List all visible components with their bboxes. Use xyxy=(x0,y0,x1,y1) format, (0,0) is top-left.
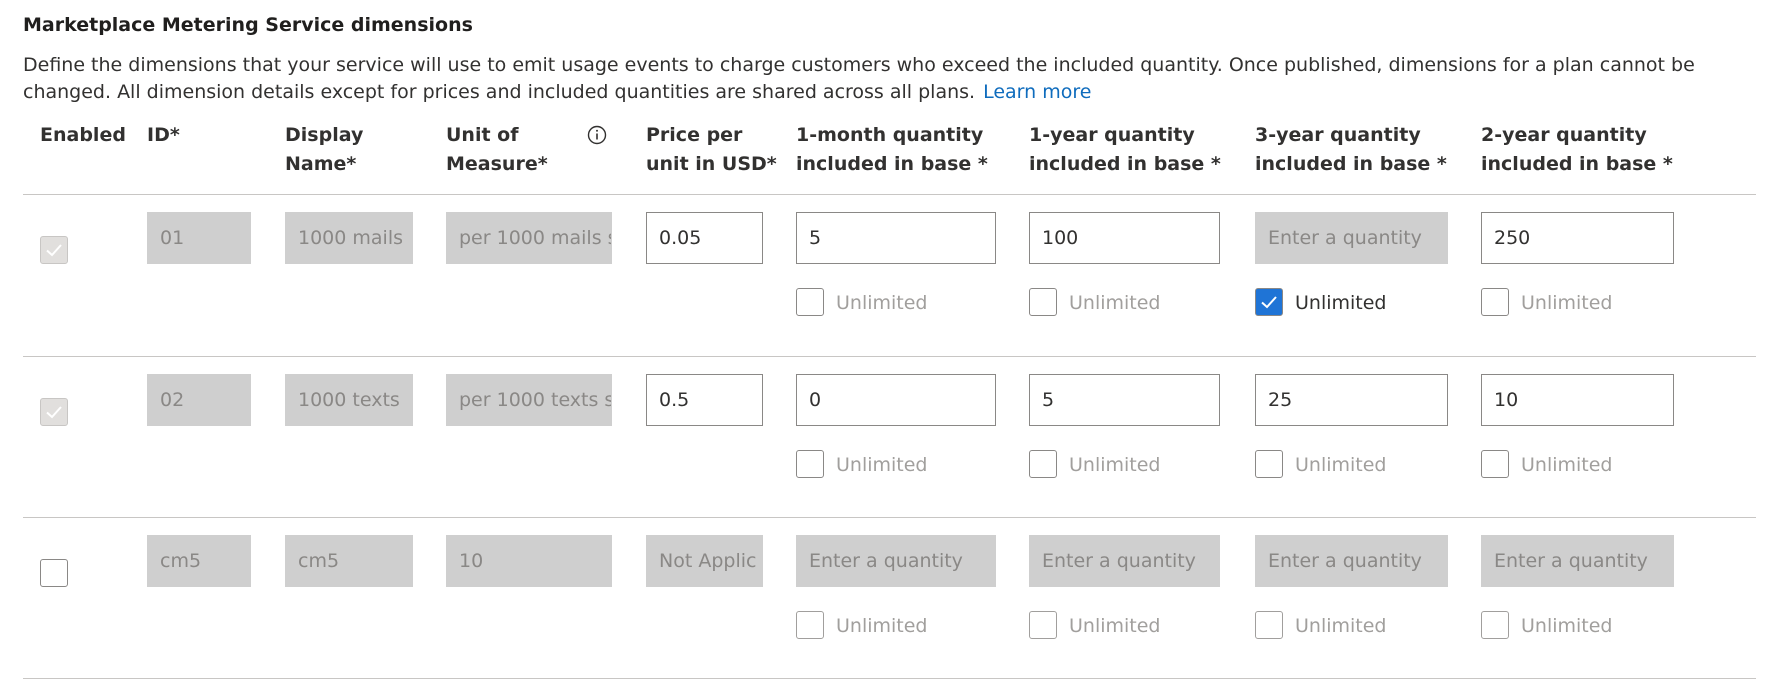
unlimited-label: Unlimited xyxy=(836,292,928,314)
display-name-field: cm5 xyxy=(285,535,413,587)
unit-of-measure-field: 10 xyxy=(446,535,612,587)
row-divider xyxy=(23,517,1756,518)
quantity-input-1-year[interactable]: 5 xyxy=(1029,374,1220,426)
row-divider xyxy=(23,356,1756,357)
unlimited-checkbox-3-year[interactable] xyxy=(1255,288,1283,316)
display-name-field: 1000 texts xyxy=(285,374,413,426)
quantity-input-1-year[interactable]: 100 xyxy=(1029,212,1220,264)
col-header-2-year: 2-year quantity included in base * xyxy=(1481,124,1673,175)
price-input[interactable]: 0.5 xyxy=(646,374,763,426)
unlimited-label: Unlimited xyxy=(836,615,928,637)
checkmark-icon xyxy=(46,244,62,257)
price-input: Not Applic xyxy=(646,535,763,587)
unlimited-label: Unlimited xyxy=(1521,292,1613,314)
col-header-price: Price per unit in USD* xyxy=(646,124,777,175)
section-title: Marketplace Metering Service dimensions xyxy=(23,14,473,36)
col-header-id: ID* xyxy=(147,124,180,146)
learn-more-link[interactable]: Learn more xyxy=(983,81,1091,103)
checkmark-icon xyxy=(1261,296,1277,309)
quantity-input-3-year[interactable]: 25 xyxy=(1255,374,1448,426)
unlimited-label: Unlimited xyxy=(1069,292,1161,314)
quantity-input-2-year[interactable]: 250 xyxy=(1481,212,1674,264)
unlimited-checkbox-1-month xyxy=(796,611,824,639)
section-description: Define the dimensions that your service … xyxy=(23,52,1743,106)
dimension-id-field: 02 xyxy=(147,374,251,426)
enabled-checkbox xyxy=(40,236,68,264)
dimension-id-field: 01 xyxy=(147,212,251,264)
unlimited-label: Unlimited xyxy=(836,454,928,476)
unlimited-label: Unlimited xyxy=(1295,615,1387,637)
unlimited-label: Unlimited xyxy=(1295,292,1387,314)
checkmark-icon xyxy=(46,406,62,419)
row-divider xyxy=(23,678,1756,679)
description-text: Define the dimensions that your service … xyxy=(23,54,1695,103)
header-divider xyxy=(23,194,1756,195)
col-header-1-month: 1-month quantity included in base * xyxy=(796,124,988,175)
unlimited-checkbox-2-year xyxy=(1481,611,1509,639)
unlimited-checkbox-1-month[interactable] xyxy=(796,450,824,478)
unlimited-label: Unlimited xyxy=(1295,454,1387,476)
unlimited-label: Unlimited xyxy=(1069,615,1161,637)
col-header-enabled: Enabled xyxy=(40,124,126,146)
quantity-input-2-year[interactable]: 10 xyxy=(1481,374,1674,426)
col-header-unit: Unit of Measure* xyxy=(446,124,548,175)
unlimited-checkbox-1-year[interactable] xyxy=(1029,288,1057,316)
display-name-field: 1000 mails xyxy=(285,212,413,264)
quantity-input-1-month[interactable]: 5 xyxy=(796,212,996,264)
unlimited-checkbox-3-year xyxy=(1255,611,1283,639)
quantity-input-1-month[interactable]: 0 xyxy=(796,374,996,426)
unlimited-checkbox-2-year[interactable] xyxy=(1481,288,1509,316)
unit-of-measure-field: per 1000 texts s xyxy=(446,374,612,426)
unlimited-label: Unlimited xyxy=(1521,615,1613,637)
col-header-display-name: Display Name* xyxy=(285,124,364,175)
quantity-input-2-year: Enter a quantity xyxy=(1481,535,1674,587)
enabled-checkbox[interactable] xyxy=(40,559,68,587)
col-header-1-year: 1-year quantity included in base * xyxy=(1029,124,1221,175)
quantity-input-3-year: Enter a quantity xyxy=(1255,212,1448,264)
dimension-id-field: cm5 xyxy=(147,535,251,587)
unlimited-checkbox-2-year[interactable] xyxy=(1481,450,1509,478)
quantity-input-1-year: Enter a quantity xyxy=(1029,535,1220,587)
unlimited-label: Unlimited xyxy=(1521,454,1613,476)
price-input[interactable]: 0.05 xyxy=(646,212,763,264)
unlimited-checkbox-3-year[interactable] xyxy=(1255,450,1283,478)
quantity-input-3-year: Enter a quantity xyxy=(1255,535,1448,587)
enabled-checkbox xyxy=(40,398,68,426)
quantity-input-1-month: Enter a quantity xyxy=(796,535,996,587)
col-header-3-year: 3-year quantity included in base * xyxy=(1255,124,1447,175)
info-icon[interactable] xyxy=(586,124,608,146)
unlimited-checkbox-1-year[interactable] xyxy=(1029,450,1057,478)
unlimited-checkbox-1-month[interactable] xyxy=(796,288,824,316)
unit-of-measure-field: per 1000 mails s xyxy=(446,212,612,264)
unlimited-label: Unlimited xyxy=(1069,454,1161,476)
unlimited-checkbox-1-year xyxy=(1029,611,1057,639)
